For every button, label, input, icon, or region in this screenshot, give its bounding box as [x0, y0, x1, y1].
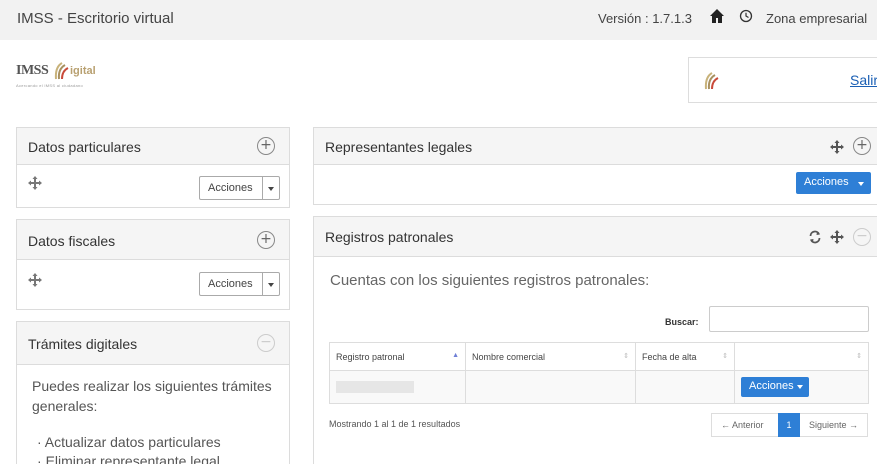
table-header-row: Registro patronal ▲ Nombre comercial ⇕ Fec…	[329, 342, 869, 371]
move-icon[interactable]	[28, 176, 42, 190]
column-header[interactable]: Registro patronal ▲	[329, 342, 466, 371]
move-icon[interactable]	[830, 140, 844, 154]
expand-icon[interactable]: +	[257, 231, 275, 249]
user-box: Salir	[688, 57, 877, 103]
page-1-button[interactable]: 1	[778, 413, 800, 437]
panel-datos-fiscales: Datos fiscales + Acciones	[16, 219, 290, 310]
panel-datos-particulares: Datos particulares + Acciones	[16, 127, 290, 208]
acciones-dropdown[interactable]: Acciones	[199, 176, 280, 200]
panel-title: Trámites digitales	[28, 336, 138, 352]
nombre-comercial-cell	[465, 370, 636, 404]
panel-header: Datos particulares +	[17, 128, 289, 165]
refresh-icon[interactable]	[808, 230, 822, 244]
caret-down-icon	[858, 182, 864, 186]
caret-down-icon	[262, 273, 279, 295]
acciones-label: Acciones	[749, 380, 794, 392]
sort-icon: ⇕	[623, 353, 629, 360]
expand-icon[interactable]: +	[853, 137, 871, 155]
row-acciones-dropdown[interactable]: Acciones	[741, 377, 809, 397]
acciones-dropdown[interactable]: Acciones	[796, 172, 871, 194]
acciones-label: Acciones	[208, 182, 253, 194]
imss-emblem-icon	[54, 62, 69, 80]
panel-title: Datos fiscales	[28, 233, 116, 249]
version-label: Versión : 1.7.1.3	[598, 11, 692, 26]
logo-tagline: Acercando el IMSS al ciudadano	[16, 83, 84, 88]
column-header-label: Nombre comercial	[472, 351, 546, 362]
search-input[interactable]	[709, 306, 869, 332]
zona-empresarial-link[interactable]: Zona empresarial	[766, 11, 867, 26]
move-icon[interactable]	[830, 230, 844, 244]
search-label: Buscar:	[665, 317, 699, 327]
logo-digital-text: igital	[70, 65, 96, 77]
salir-link[interactable]: Salir	[850, 72, 877, 88]
tramite-item-label: Actualizar datos particulares	[44, 434, 221, 450]
expand-icon[interactable]: +	[257, 137, 275, 155]
caret-down-icon	[262, 177, 279, 199]
acciones-dropdown[interactable]: Acciones	[199, 272, 280, 296]
app-title: IMSS - Escritorio virtual	[17, 10, 174, 27]
panel-tramites-digitales: Trámites digitales − Puedes realizar los…	[16, 321, 290, 464]
next-page-button[interactable]: Siguiente →	[809, 420, 858, 430]
sort-icon: ⇕	[856, 353, 862, 360]
sort-asc-icon: ▲	[452, 352, 459, 359]
pagination: ← Anterior 1 Siguiente →	[711, 413, 868, 437]
panel-representantes-legales: Representantes legales + Acciones	[313, 127, 877, 205]
acciones-label: Acciones	[804, 176, 849, 188]
panel-header: Trámites digitales −	[17, 322, 289, 365]
imss-digital-logo: IMSS igital Acercando el IMSS al ciudada…	[16, 61, 116, 95]
tramites-intro: Puedes realizar los siguientes trámites …	[32, 378, 272, 414]
redacted-value	[336, 381, 414, 393]
collapse-icon[interactable]: −	[257, 334, 275, 352]
clock-icon[interactable]	[739, 9, 753, 23]
registros-subtitle: Cuentas con los siguientes registros pat…	[330, 272, 650, 289]
column-header[interactable]: ⇕	[734, 342, 869, 371]
fecha-alta-cell	[635, 370, 735, 404]
acciones-label: Acciones	[208, 278, 253, 290]
column-header[interactable]: Nombre comercial ⇕	[465, 342, 636, 371]
column-header-label: Registro patronal	[336, 351, 405, 362]
caret-down-icon	[797, 385, 803, 389]
tramite-item[interactable]: · Actualizar datos particulares	[37, 432, 287, 452]
collapse-icon[interactable]: −	[853, 228, 871, 246]
panel-header: Registros patronales −	[314, 217, 877, 257]
registro-patronal-cell	[329, 370, 466, 404]
move-icon[interactable]	[28, 273, 42, 287]
actions-cell: Acciones	[734, 370, 869, 404]
panel-header: Datos fiscales +	[17, 220, 289, 260]
tramite-item[interactable]: · Eliminar representante legal	[37, 451, 287, 464]
registros-table: Registro patronal ▲ Nombre comercial ⇕ Fec…	[329, 342, 869, 404]
home-icon[interactable]	[709, 8, 725, 24]
table-row: Acciones	[329, 370, 869, 404]
results-summary: Mostrando 1 al 1 de 1 resultados	[329, 419, 461, 429]
logo-imss-text: IMSS	[16, 63, 49, 78]
imss-emblem-icon	[704, 72, 719, 90]
tramite-item-label: Eliminar representante legal	[45, 453, 220, 464]
top-bar: IMSS - Escritorio virtual Versión : 1.7.…	[0, 0, 877, 40]
sort-icon: ⇕	[722, 353, 728, 360]
panel-title: Representantes legales	[325, 139, 473, 155]
prev-page-button[interactable]: ← Anterior	[721, 420, 764, 430]
column-header-label: Fecha de alta	[642, 351, 697, 362]
column-header[interactable]: Fecha de alta ⇕	[635, 342, 735, 371]
panel-title: Registros patronales	[325, 229, 454, 245]
panel-title: Datos particulares	[28, 139, 141, 155]
panel-header: Representantes legales +	[314, 128, 877, 165]
